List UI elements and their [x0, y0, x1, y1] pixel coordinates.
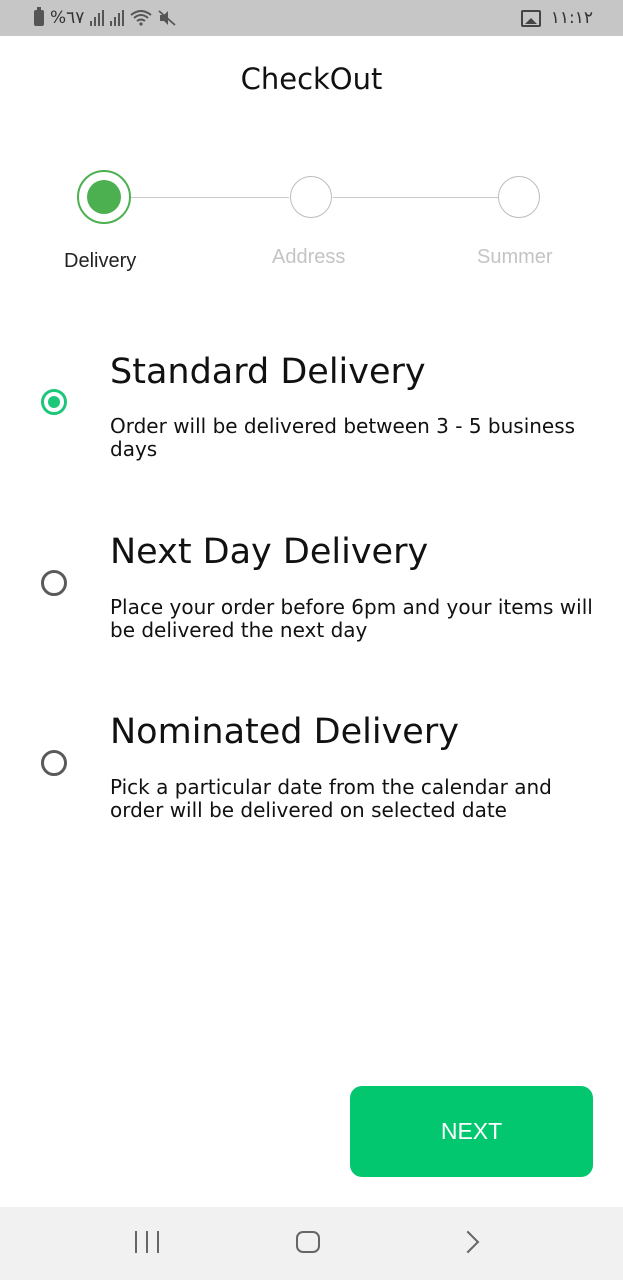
status-right: ١١:١٢: [520, 8, 593, 28]
status-time: ١١:١٢: [550, 8, 593, 28]
home-icon[interactable]: [296, 1231, 320, 1253]
option-description: Pick a particular date from the calendar…: [110, 775, 552, 822]
mute-icon: [158, 10, 177, 26]
step-indicator-delivery[interactable]: [77, 170, 131, 224]
step-indicator-summer[interactable]: [498, 176, 540, 218]
battery-icon: [34, 7, 44, 26]
active-step-dot: [87, 180, 121, 214]
radio-nominated-delivery[interactable]: [41, 750, 67, 776]
option-title: Nominated Delivery: [110, 712, 459, 752]
next-button[interactable]: NEXT: [350, 1086, 593, 1177]
signal-icon: [110, 10, 125, 26]
status-bar: %٦٧ ١١:١٢: [0, 0, 623, 36]
gallery-icon: [520, 9, 541, 27]
step-label-delivery: Delivery: [64, 250, 137, 272]
signal-icon: [90, 10, 105, 26]
stepper-connector: [130, 197, 289, 198]
wifi-icon: [130, 10, 153, 26]
stepper-connector: [333, 197, 498, 198]
option-description: Place your order before 6pm and your ite…: [110, 595, 593, 642]
page-title: CheckOut: [240, 62, 383, 96]
step-label-address: Address: [272, 246, 346, 268]
option-title: Standard Delivery: [110, 352, 426, 392]
step-label-summer: Summer: [477, 246, 553, 268]
recents-icon[interactable]: [135, 1231, 159, 1253]
battery-percentage: %٦٧: [50, 8, 85, 28]
option-description: Order will be delivered between 3 - 5 bu…: [110, 414, 576, 461]
step-indicator-address[interactable]: [290, 176, 332, 218]
status-left: %٦٧: [34, 7, 177, 28]
radio-next-day-delivery[interactable]: [41, 570, 67, 596]
radio-selected-dot: [48, 396, 60, 408]
radio-standard-delivery[interactable]: [41, 389, 67, 415]
option-title: Next Day Delivery: [110, 532, 429, 572]
